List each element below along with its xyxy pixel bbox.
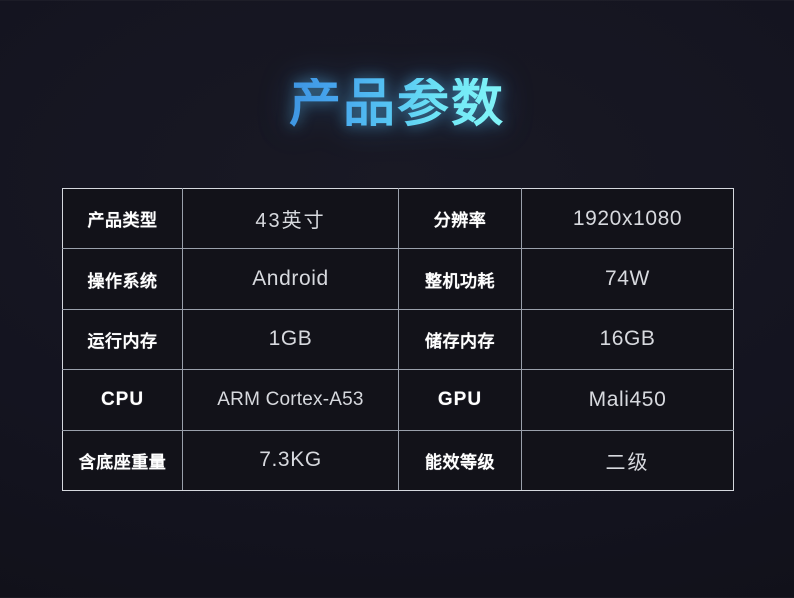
- spec-label-storage: 储存内存: [398, 308, 522, 371]
- spec-value-product-type: 43英寸: [182, 187, 399, 250]
- spec-label-ram: 运行内存: [62, 308, 183, 371]
- spec-value-ram: 1GB: [182, 308, 399, 371]
- spec-value-power-consumption: 74W: [521, 248, 734, 310]
- spec-label-resolution: 分辨率: [398, 187, 522, 250]
- spec-value-energy-efficiency: 二级: [521, 429, 734, 492]
- spec-value-operating-system: Android: [182, 248, 399, 310]
- spec-value-gpu: Mali450: [521, 369, 734, 431]
- table-row: CPU ARM Cortex-A53 GPU Mali450: [62, 369, 734, 431]
- spec-value-storage: 16GB: [521, 308, 734, 371]
- top-seam-line: [0, 0, 794, 1]
- spec-value-weight-with-stand: 7.3KG: [182, 429, 399, 492]
- spec-label-product-type: 产品类型: [62, 187, 183, 250]
- spec-label-weight-with-stand: 含底座重量: [62, 429, 183, 492]
- page-title: 产品参数: [288, 74, 505, 134]
- table-row: 操作系统 Android 整机功耗 74W: [62, 248, 734, 310]
- spec-value-cpu: ARM Cortex-A53: [182, 369, 399, 431]
- table-row: 产品类型 43英寸 分辨率 1920x1080: [62, 187, 734, 250]
- product-spec-page: 产品参数 产品类型 43英寸 分辨率 1920x1080 操作系统 Androi…: [0, 0, 794, 598]
- spec-value-resolution: 1920x1080: [521, 187, 734, 250]
- page-title-container: 产品参数: [0, 78, 794, 130]
- spec-label-cpu: CPU: [62, 369, 183, 431]
- table-row: 运行内存 1GB 储存内存 16GB: [62, 308, 734, 371]
- spec-label-gpu: GPU: [398, 369, 522, 431]
- spec-label-power-consumption: 整机功耗: [398, 248, 522, 310]
- table-row: 含底座重量 7.3KG 能效等级 二级: [62, 429, 734, 492]
- spec-label-operating-system: 操作系统: [62, 248, 183, 310]
- specification-table: 产品类型 43英寸 分辨率 1920x1080 操作系统 Android 整机功…: [62, 187, 734, 492]
- spec-label-energy-efficiency: 能效等级: [398, 429, 522, 492]
